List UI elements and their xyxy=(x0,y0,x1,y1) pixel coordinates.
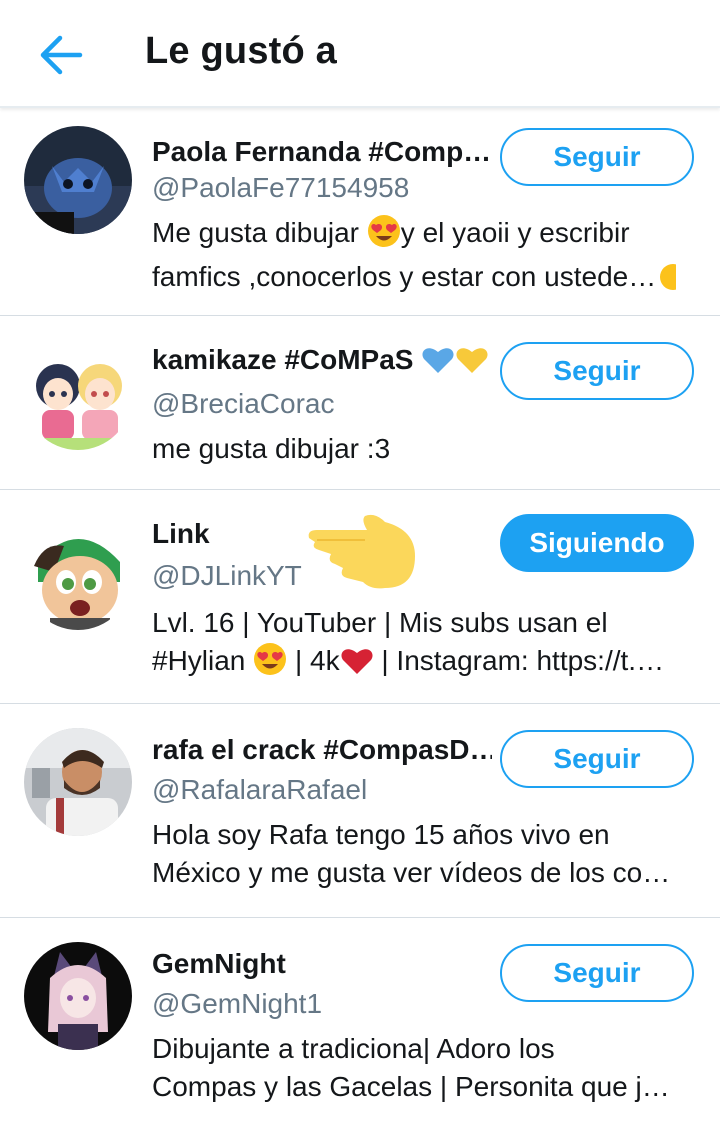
user-list: Paola Fernanda #Comp… @PaolaFe77154958 S… xyxy=(0,108,720,1132)
user-name[interactable]: GemNight xyxy=(152,948,286,980)
pointing-hand-icon xyxy=(308,514,415,589)
user-bio: Dibujante a tradiciona| Adoro los Compas… xyxy=(152,1033,670,1102)
heart-eyes-emoji-icon xyxy=(367,214,401,258)
user-row[interactable]: rafa el crack #CompasD… @RafalaraRafael … xyxy=(0,704,720,918)
follow-button[interactable]: Seguir xyxy=(500,128,694,186)
red-heart-icon xyxy=(340,646,374,686)
following-button[interactable]: Siguiendo xyxy=(500,514,694,572)
avatar[interactable] xyxy=(24,728,132,836)
follow-button[interactable]: Seguir xyxy=(500,944,694,1002)
heart-eyes-emoji-icon xyxy=(253,642,287,686)
user-bio: me gusta dibujar :3 xyxy=(152,433,391,464)
avatar[interactable] xyxy=(24,942,132,1050)
user-handle: @BreciaCorac xyxy=(152,388,335,419)
user-name[interactable]: rafa el crack #CompasD… xyxy=(152,734,492,766)
avatar[interactable] xyxy=(24,342,132,450)
blue-heart-icon xyxy=(421,345,455,382)
user-bio: Hola soy Rafa tengo 15 años vivo en Méxi… xyxy=(152,819,671,888)
user-handle: @GemNight1 xyxy=(152,988,323,1019)
follow-button[interactable]: Seguir xyxy=(500,730,694,788)
user-handle: @PaolaFe77154958 xyxy=(152,172,410,203)
arrow-left-icon xyxy=(40,35,83,75)
follow-button[interactable]: Seguir xyxy=(500,342,694,400)
user-row[interactable]: GemNight @GemNight1 Dibujante a tradicio… xyxy=(0,918,720,1132)
user-row[interactable]: Paola Fernanda #Comp… @PaolaFe77154958 S… xyxy=(0,108,720,316)
user-name[interactable]: Paola Fernanda #Comp… xyxy=(152,136,491,168)
user-bio: Lvl. 16 | YouTuber | Mis subs usan el #H… xyxy=(152,604,708,686)
user-name[interactable]: Link xyxy=(152,518,210,550)
back-button[interactable] xyxy=(36,32,86,78)
avatar[interactable] xyxy=(24,522,132,630)
page-title: Le gustó a xyxy=(145,30,338,72)
emoji-icon xyxy=(656,262,687,302)
yellow-heart-icon xyxy=(455,345,489,382)
user-row[interactable]: Link @DJLinkYT Lvl. 16 | YouTuber | Mis … xyxy=(0,490,720,704)
user-row[interactable]: kamikaze #CoMPaS @BreciaCorac me gusta d… xyxy=(0,316,720,490)
user-name[interactable]: kamikaze #CoMPaS xyxy=(152,344,489,382)
user-bio: Me gusta dibujar y el yaoii y escribir f… xyxy=(152,214,708,302)
user-handle: @RafalaraRafael xyxy=(152,774,368,805)
avatar[interactable] xyxy=(24,126,132,234)
user-handle: @DJLinkYT xyxy=(152,560,302,591)
app-header: Le gustó a xyxy=(0,0,720,108)
